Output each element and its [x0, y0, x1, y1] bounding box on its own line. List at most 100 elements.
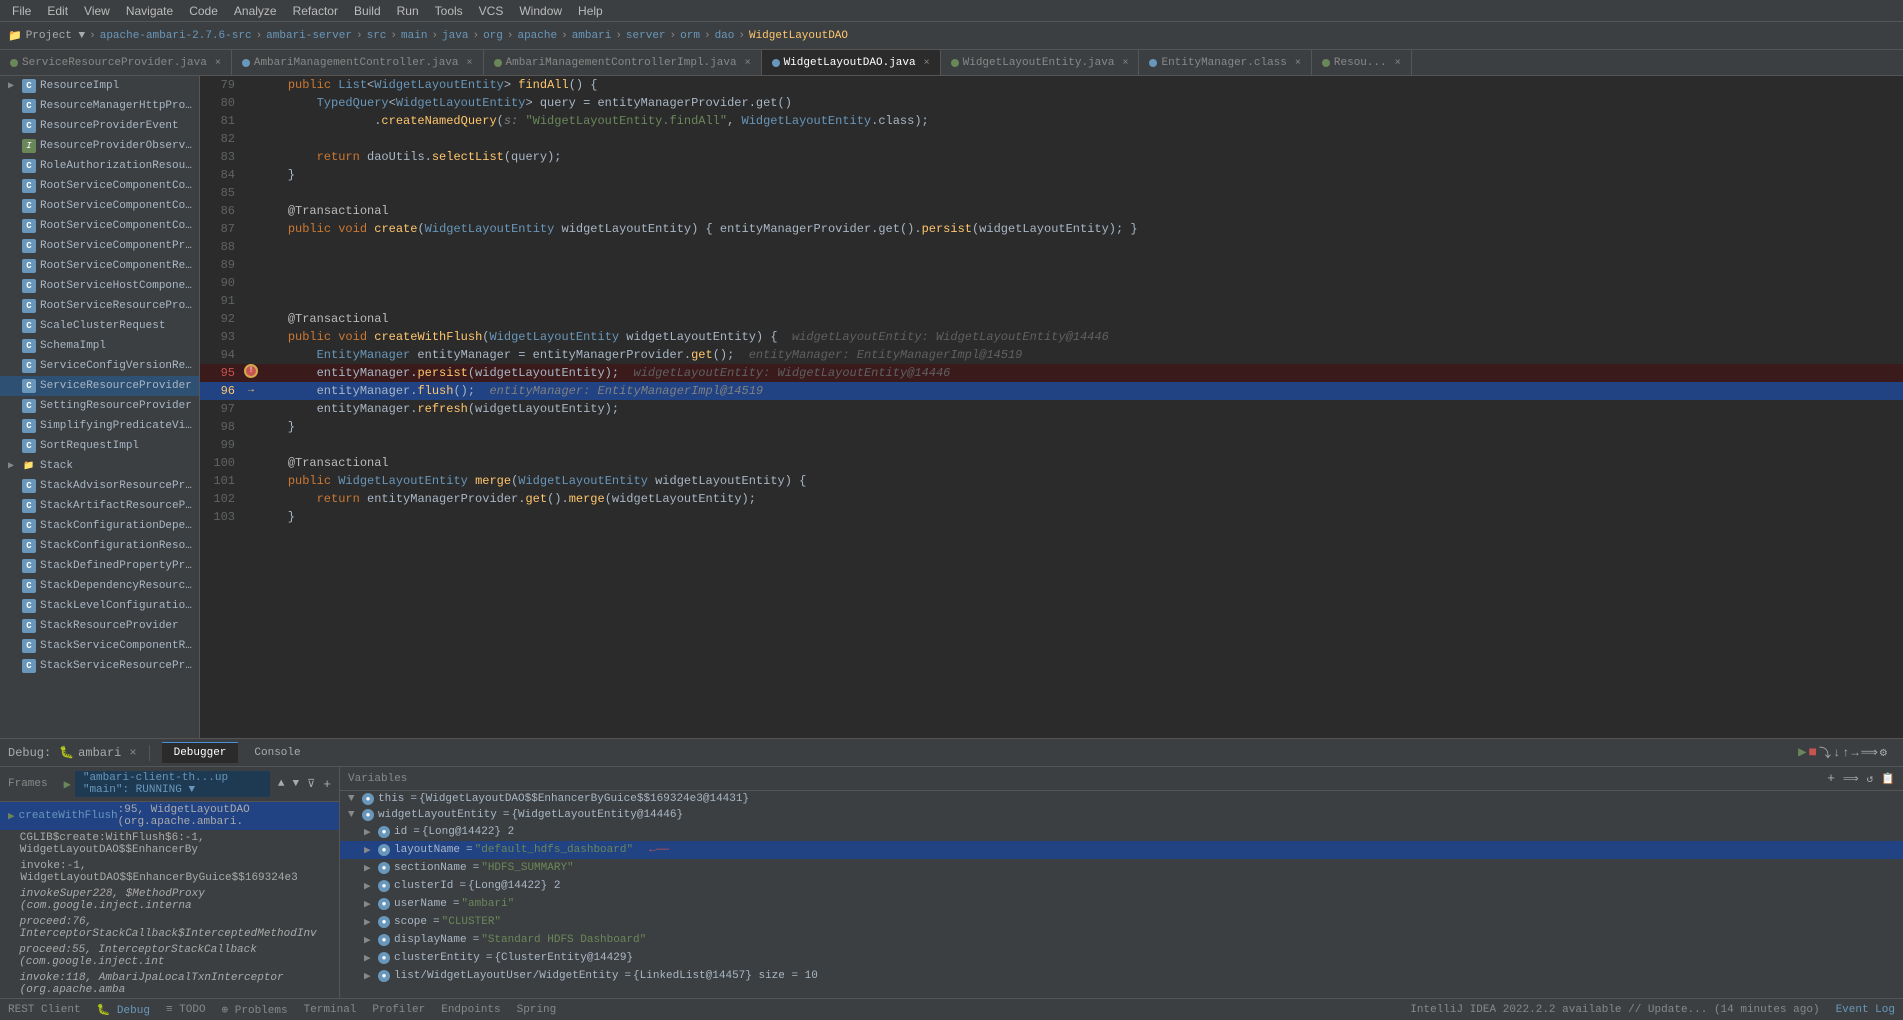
sidebar-item-resource-manager-http[interactable]: C ResourceManagerHttpPropertyRequest: [0, 96, 199, 116]
var-scope[interactable]: ▶ ● scope = "CLUSTER": [340, 913, 1903, 931]
menu-code[interactable]: Code: [181, 0, 226, 22]
tab-widget-layout-entity[interactable]: WidgetLayoutEntity.java ×: [941, 50, 1140, 76]
sidebar-item-sort-request-impl[interactable]: C SortRequestImpl: [0, 436, 199, 456]
sidebar-item-root-svc-comp-config-handler2[interactable]: C RootServiceComponentConfigurationHandl…: [0, 196, 199, 216]
sidebar-item-stack-dep-resource[interactable]: C StackDependencyResourceProvider: [0, 576, 199, 596]
close-icon[interactable]: ×: [924, 58, 930, 69]
frame-item-1[interactable]: CGLIB$create:WithFlush$6:-1, WidgetLayou…: [0, 830, 339, 858]
menu-run[interactable]: Run: [389, 0, 427, 22]
status-rest-client[interactable]: REST Client: [8, 1004, 81, 1016]
menu-view[interactable]: View: [76, 0, 118, 22]
add-watch-icon[interactable]: +: [1827, 771, 1835, 786]
var-this[interactable]: ▼ ● this = {WidgetLayoutDAO$$EnhancerByG…: [340, 791, 1903, 807]
evaluate-expr-icon[interactable]: ⟹: [1843, 772, 1859, 786]
menu-vcs[interactable]: VCS: [471, 0, 512, 22]
sidebar-item-stack-resource-provider[interactable]: C StackResourceProvider: [0, 616, 199, 636]
close-icon[interactable]: ×: [1295, 58, 1301, 69]
frame-item-5[interactable]: proceed:55, InterceptorStackCallback (co…: [0, 942, 339, 970]
frame-item-6[interactable]: invoke:118, AmbariJpaLocalTxnInterceptor…: [0, 970, 339, 998]
status-todo[interactable]: ≡ TODO: [166, 1004, 206, 1016]
tab-debugger[interactable]: Debugger: [162, 742, 239, 763]
close-icon[interactable]: ×: [745, 58, 751, 69]
tab-ambari-mgmt-controller[interactable]: AmbariManagementController.java ×: [232, 50, 484, 76]
sidebar-item-stack-config-resource[interactable]: C StackConfigurationResourceProvider: [0, 536, 199, 556]
sidebar-item-root-svc-host-comp-resource[interactable]: C RootServiceHostComponentResourceProvid…: [0, 276, 199, 296]
sidebar-item-stack-svc-resource[interactable]: C StackServiceResourceProvider: [0, 656, 199, 676]
sidebar-item-resource-impl[interactable]: ▶ C ResourceImpl: [0, 76, 199, 96]
sidebar-item-simplifying-predicate[interactable]: C SimplifyingPredicateVisitor: [0, 416, 199, 436]
status-endpoints[interactable]: Endpoints: [441, 1004, 500, 1016]
menu-refactor[interactable]: Refactor: [285, 0, 346, 22]
menu-help[interactable]: Help: [570, 0, 611, 22]
var-widget-layout-entity[interactable]: ▼ ● widgetLayoutEntity = {WidgetLayoutEn…: [340, 807, 1903, 823]
run-to-cursor-icon[interactable]: →: [1851, 746, 1858, 760]
menu-navigate[interactable]: Navigate: [118, 0, 181, 22]
sidebar-item-resource-provider-event[interactable]: C ResourceProviderEvent: [0, 116, 199, 136]
sidebar-item-stack-folder[interactable]: ▶ 📁 Stack: [0, 456, 199, 476]
sidebar-item-service-resource-provider[interactable]: C ServiceResourceProvider: [0, 376, 199, 396]
var-display-name[interactable]: ▶ ● displayName = "Standard HDFS Dashboa…: [340, 931, 1903, 949]
sidebar-item-stack-artifact[interactable]: C StackArtifactResourceProvider: [0, 496, 199, 516]
menu-edit[interactable]: Edit: [39, 0, 76, 22]
var-cluster-entity[interactable]: ▶ ● clusterEntity = {ClusterEntity@14429…: [340, 949, 1903, 967]
var-id[interactable]: ▶ ● id = {Long@14422} 2: [340, 823, 1903, 841]
frame-item-3[interactable]: invokeSuper228, $MethodProxy (com.google…: [0, 886, 339, 914]
close-icon[interactable]: ×: [215, 58, 221, 69]
sidebar-item-stack-defined-prop[interactable]: C StackDefinedPropertyProvider: [0, 556, 199, 576]
sidebar-item-role-auth[interactable]: C RoleAuthorizationResourceProvider: [0, 156, 199, 176]
status-debug[interactable]: 🐛 Debug: [97, 1003, 150, 1017]
step-out-icon[interactable]: ↑: [1842, 746, 1849, 760]
resume-icon[interactable]: ▶: [1798, 744, 1806, 761]
sidebar-item-root-svc-comp-prop-provider[interactable]: C RootServiceComponentPropertyProvider: [0, 236, 199, 256]
sidebar-item-stack-level-config[interactable]: C StackLevelConfigurationResourceProvide…: [0, 596, 199, 616]
frame-item-2[interactable]: invoke:-1, WidgetLayoutDAO$$EnhancerByGu…: [0, 858, 339, 886]
status-event-log[interactable]: Event Log: [1836, 1004, 1895, 1016]
project-label[interactable]: Project ▼: [26, 30, 85, 42]
tab-service-resource-provider[interactable]: ServiceResourceProvider.java ×: [0, 50, 232, 76]
sidebar-item-svc-config-version[interactable]: C ServiceConfigVersionResourceProvider: [0, 356, 199, 376]
evaluate-icon[interactable]: ⟹: [1861, 745, 1878, 760]
restore-icon[interactable]: ↺: [1867, 772, 1874, 786]
sidebar-item-stack-svc-comp-resource[interactable]: C StackServiceComponentResourceProvider: [0, 636, 199, 656]
settings-icon[interactable]: ⚙: [1880, 745, 1887, 760]
sidebar-item-setting-resource-provider[interactable]: C SettingResourceProvider: [0, 396, 199, 416]
add-icon[interactable]: +: [323, 777, 331, 792]
close-icon[interactable]: ×: [1122, 58, 1128, 69]
status-spring[interactable]: Spring: [517, 1004, 557, 1016]
close-session-icon[interactable]: ×: [129, 746, 136, 760]
sidebar-item-schema-impl[interactable]: C SchemaImpl: [0, 336, 199, 356]
tab-resou[interactable]: Resou... ×: [1312, 50, 1412, 76]
frame-item-4[interactable]: proceed:76, InterceptorStackCallback$Int…: [0, 914, 339, 942]
status-profiler[interactable]: Profiler: [372, 1004, 425, 1016]
close-icon[interactable]: ×: [1395, 58, 1401, 69]
sidebar-item-stack-config-dep[interactable]: C StackConfigurationDependencyResourcePr…: [0, 516, 199, 536]
menu-build[interactable]: Build: [346, 0, 389, 22]
code-content-area[interactable]: 79 public List<WidgetLayoutEntity> findA…: [200, 76, 1903, 738]
var-layout-name[interactable]: ▶ ● layoutName = "default_hdfs_dashboard…: [340, 841, 1903, 859]
sidebar-item-root-svc-comp-resource-provider[interactable]: C RootServiceComponentResourceProvider: [0, 256, 199, 276]
tab-entity-manager[interactable]: EntityManager.class ×: [1139, 50, 1311, 76]
filter-icon[interactable]: ⊽: [307, 777, 315, 791]
var-section-name[interactable]: ▶ ● sectionName = "HDFS_SUMMARY": [340, 859, 1903, 877]
sidebar-item-scale-cluster-request[interactable]: C ScaleClusterRequest: [0, 316, 199, 336]
step-down-icon[interactable]: ▼: [293, 778, 300, 790]
sidebar-item-root-svc-comp-config-resourc[interactable]: C RootServiceComponentConfigurationResou…: [0, 216, 199, 236]
sidebar-item-resource-provider-observer[interactable]: I ResourceProviderObserver: [0, 136, 199, 156]
step-up-icon[interactable]: ▲: [278, 778, 285, 790]
var-list[interactable]: ▶ ● list/WidgetLayoutUser/WidgetEntity =…: [340, 967, 1903, 985]
var-user-name[interactable]: ▶ ● userName = "ambari": [340, 895, 1903, 913]
menu-analyze[interactable]: Analyze: [226, 0, 285, 22]
tab-ambari-mgmt-controller-impl[interactable]: AmbariManagementControllerImpl.java ×: [484, 50, 762, 76]
step-into-icon[interactable]: ↓: [1833, 746, 1840, 760]
copy-icon[interactable]: 📋: [1881, 772, 1895, 786]
menu-file[interactable]: File: [4, 0, 39, 22]
menu-window[interactable]: Window: [511, 0, 570, 22]
sidebar-item-stack-advisor[interactable]: C StackAdvisorResourceProvider: [0, 476, 199, 496]
status-problems[interactable]: ⊕ Problems: [222, 1003, 288, 1017]
status-terminal[interactable]: Terminal: [304, 1004, 357, 1016]
var-cluster-id[interactable]: ▶ ● clusterId = {Long@14422} 2: [340, 877, 1903, 895]
tab-console[interactable]: Console: [242, 743, 312, 763]
step-over-icon[interactable]: ⤵: [1819, 744, 1831, 761]
sidebar-item-root-svc-comp-config-handler1[interactable]: C RootServiceComponentConfigurationHandl…: [0, 176, 199, 196]
frame-item-0[interactable]: ▶ createWithFlush:95, WidgetLayoutDAO (o…: [0, 802, 339, 830]
